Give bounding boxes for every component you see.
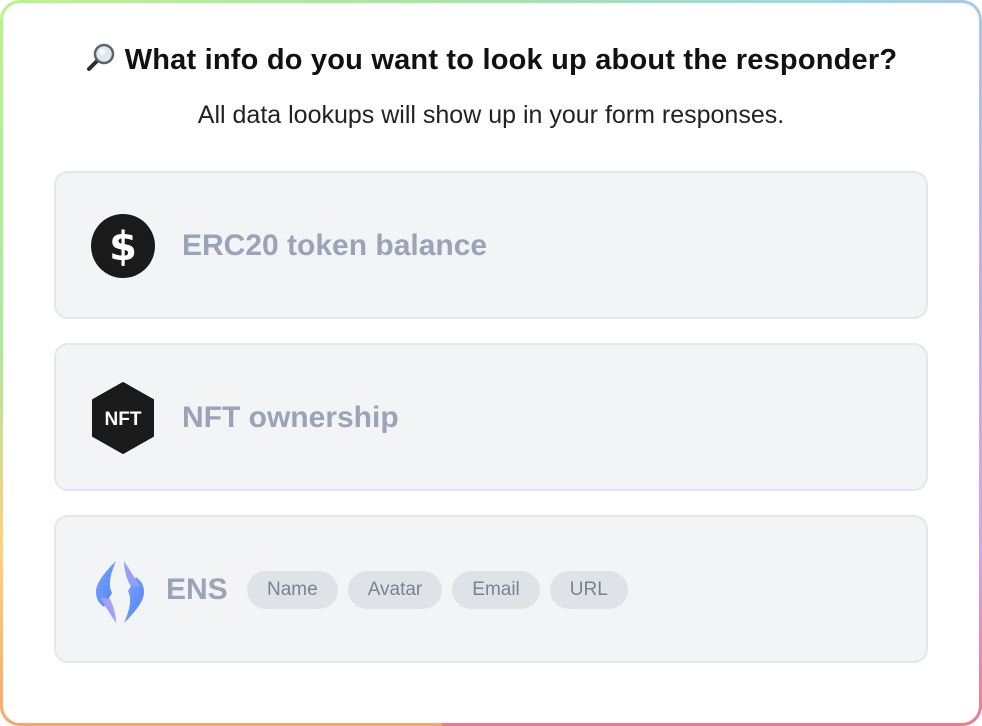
ens-logo-icon: [90, 559, 150, 625]
option-erc20-token-balance[interactable]: $ ERC20 token balance: [54, 171, 928, 319]
svg-text:$: $: [109, 224, 137, 270]
dialog-panel: What info do you want to look up about t…: [3, 3, 979, 723]
dialog-title: What info do you want to look up about t…: [3, 41, 979, 77]
option-label: ENS: [166, 573, 228, 606]
option-ens[interactable]: ENS Name Avatar Email URL: [54, 515, 928, 663]
ens-field-chips: Name Avatar Email URL: [247, 571, 628, 609]
dialog-title-text: What info do you want to look up about t…: [124, 44, 898, 76]
chip-name[interactable]: Name: [247, 571, 338, 609]
option-label: ERC20 token balance: [182, 229, 488, 262]
chip-email[interactable]: Email: [452, 571, 540, 609]
option-label: NFT ownership: [182, 401, 399, 434]
chip-avatar[interactable]: Avatar: [347, 571, 443, 609]
gradient-frame: What info do you want to look up about t…: [0, 0, 982, 726]
magnifying-glass-icon: [85, 41, 117, 73]
dollar-coin-icon: $: [90, 213, 156, 279]
nft-icon-text: NFT: [105, 409, 142, 430]
option-nft-ownership[interactable]: NFT NFT ownership: [54, 343, 928, 491]
dialog-subtitle: All data lookups will show up in your fo…: [197, 101, 785, 129]
nft-hexagon-icon: NFT: [90, 382, 156, 454]
chip-url[interactable]: URL: [549, 571, 628, 609]
